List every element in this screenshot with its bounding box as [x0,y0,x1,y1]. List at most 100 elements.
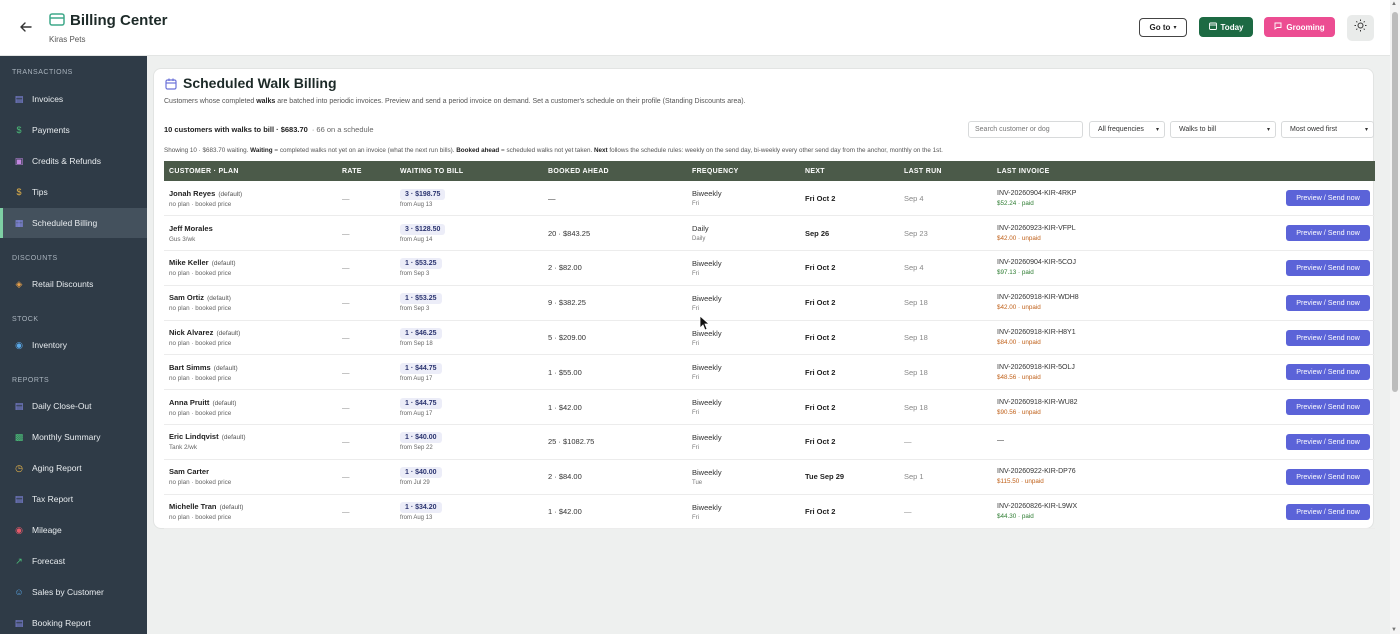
invoice-id[interactable]: INV-20260904-KIR-5COJ [997,259,1165,266]
mouse-cursor-icon [699,315,711,331]
frequency-day: Fri [692,270,699,277]
calendar-icon: ▦ [14,218,24,228]
frequency-cell: Biweekly Fri [687,354,800,391]
sidebar-item-monthly-summary[interactable]: ▩ Monthly Summary [0,422,147,452]
sidebar-item-daily-close-out[interactable]: ▤ Daily Close-Out [0,391,147,421]
col-last-run[interactable]: LAST RUN [899,161,992,181]
last-run-cell: Sep 18 [899,320,992,356]
customer-name[interactable]: Jeff Morales [169,224,213,233]
customer-name[interactable]: Mike Keller [169,258,209,267]
col-waiting[interactable]: WAITING TO BILL [395,161,543,181]
invoice-id[interactable]: INV-20260918-KIR-5OLJ [997,364,1165,371]
search-input[interactable]: Search customer or dog [968,121,1083,138]
sidebar-section-transactions: TRANSACTIONS [12,69,73,76]
sidebar-item-label: Credits & Refunds [32,156,101,166]
frequency-filter-select[interactable]: All frequencies ▾ [1089,121,1165,138]
plan-label: no plan · booked price [169,514,232,522]
scroll-up-icon[interactable]: ▲ [1391,1,1397,7]
sidebar-item-payments[interactable]: $ Payments [0,115,147,145]
customer-name[interactable]: Sam Ortiz [169,293,204,302]
sidebar-item-scheduled-billing[interactable]: ▦ Scheduled Billing [0,208,147,238]
sidebar-item-credits-refunds[interactable]: ▣ Credits & Refunds [0,146,147,176]
invoice-status: $115.50 · unpaid [997,478,1044,486]
sidebar-item-mileage[interactable]: ◉ Mileage [0,515,147,545]
waiting-from: from Sep 22 [400,445,433,452]
theme-toggle-button[interactable] [1347,15,1374,41]
dollar-icon: $ [16,125,22,135]
preview-send-button[interactable]: Preview / Send now [1286,364,1370,381]
col-frequency[interactable]: FREQUENCY [687,161,800,181]
back-arrow-icon[interactable] [19,19,37,37]
sidebar-item-label: Tips [32,187,48,197]
preview-send-button[interactable]: Preview / Send now [1286,294,1370,311]
chat-icon [1274,22,1282,32]
scrollbar[interactable]: ▲ ▼ [1390,0,1400,634]
waiting-badge: 1 · $46.25 [400,328,442,340]
customer-cell: Michelle Tran (default) no plan · booked … [164,494,337,530]
frequency-cell: Biweekly Fri [687,424,800,460]
waiting-from: from Aug 14 [400,236,433,243]
preview-send-button[interactable]: Preview / Send now [1286,399,1370,416]
invoice-id[interactable]: — [997,437,1165,444]
customer-name[interactable]: Anna Pruitt [169,398,209,407]
invoice-id[interactable]: INV-20260923-KIR-VFPL [997,225,1165,232]
last-run-cell: Sep 18 [899,285,992,321]
go-to-button[interactable]: Go to ▾ [1139,18,1187,37]
preview-send-button[interactable]: Preview / Send now [1286,503,1370,520]
customer-name[interactable]: Michelle Tran [169,502,217,511]
sort-select[interactable]: Most owed first ▾ [1281,121,1374,138]
sidebar-item-inventory[interactable]: ◉ Inventory [0,330,147,360]
invoice-id[interactable]: INV-20260826-KIR-L9WX [997,503,1165,510]
today-button[interactable]: Today [1199,17,1253,37]
scheduled-walk-billing-card: Scheduled Walk Billing Customers whose c… [153,68,1375,530]
col-rate[interactable]: RATE [337,161,395,181]
sidebar-item-booking-report[interactable]: ▤ Booking Report [0,608,147,634]
invoice-id[interactable]: INV-20260918-KIR-H8Y1 [997,329,1165,336]
customer-name[interactable]: Sam Carter [169,467,209,476]
waiting-badge: 1 · $44.75 [400,397,442,409]
sidebar-item-tax-report[interactable]: ▤ Tax Report [0,484,147,514]
rate-cell: — [337,215,395,252]
bar-chart-icon: ▩ [14,432,24,442]
preview-send-button[interactable]: Preview / Send now [1286,329,1370,346]
col-booked[interactable]: BOOKED AHEAD [543,161,687,181]
invoice-id[interactable]: INV-20260918-KIR-WDH8 [997,294,1165,301]
sidebar-item-aging-report[interactable]: ◷ Aging Report [0,453,147,483]
customer-name[interactable]: Bart Simms [169,363,211,372]
last-invoice-cell: INV-20260826-KIR-L9WX $44.30 · paid [992,494,1165,530]
col-customer[interactable]: CUSTOMER · PLAN [164,161,337,181]
customer-name[interactable]: Eric Lindqvist [169,432,219,441]
frequency-cell: Biweekly Fri [687,389,800,426]
preview-send-button[interactable]: Preview / Send now [1286,259,1370,276]
sidebar-item-label: Sales by Customer [32,587,104,597]
preview-send-button[interactable]: Preview / Send now [1286,190,1370,207]
frequency-cell: Biweekly Fri [687,494,800,530]
invoice-id[interactable]: INV-20260904-KIR-4RKP [997,190,1165,197]
frequency-cell: Biweekly Fri [687,181,800,217]
clipboard-icon: ▤ [14,401,24,411]
col-last-invoice[interactable]: LAST INVOICE [992,161,1165,181]
preview-send-button[interactable]: Preview / Send now [1286,433,1370,450]
sidebar-item-sales-by-customer[interactable]: ☺ Sales by Customer [0,577,147,607]
preview-send-button[interactable]: Preview / Send now [1286,468,1370,485]
col-next[interactable]: NEXT [800,161,899,181]
scrollbar-thumb[interactable] [1392,12,1398,392]
customer-name[interactable]: Nick Alvarez [169,328,213,337]
rate-cell: — [337,250,395,286]
customer-name[interactable]: Jonah Reyes [169,189,215,198]
sidebar-item-forecast[interactable]: ↗ Forecast [0,546,147,576]
grooming-button[interactable]: Grooming [1264,17,1335,37]
invoice-id[interactable]: INV-20260922-KIR-DP76 [997,468,1165,475]
invoice-id[interactable]: INV-20260918-KIR-WU82 [997,399,1165,406]
preview-send-button[interactable]: Preview / Send now [1286,225,1370,242]
sidebar-item-label: Inventory [32,340,67,350]
status-filter-select[interactable]: Walks to bill ▾ [1170,121,1276,138]
page-title: Billing Center [70,12,168,29]
frequency-label: Biweekly [692,293,722,303]
sidebar-item-tips[interactable]: $ Tips [0,177,147,207]
sidebar-item-retail-discounts[interactable]: ◈ Retail Discounts [0,269,147,299]
scroll-down-icon[interactable]: ▼ [1391,627,1397,633]
frequency-label: Biweekly [692,363,722,373]
sidebar-item-invoices[interactable]: ▤ Invoices [0,84,147,114]
waiting-cell: 1 · $46.25 from Sep 18 [395,320,543,356]
